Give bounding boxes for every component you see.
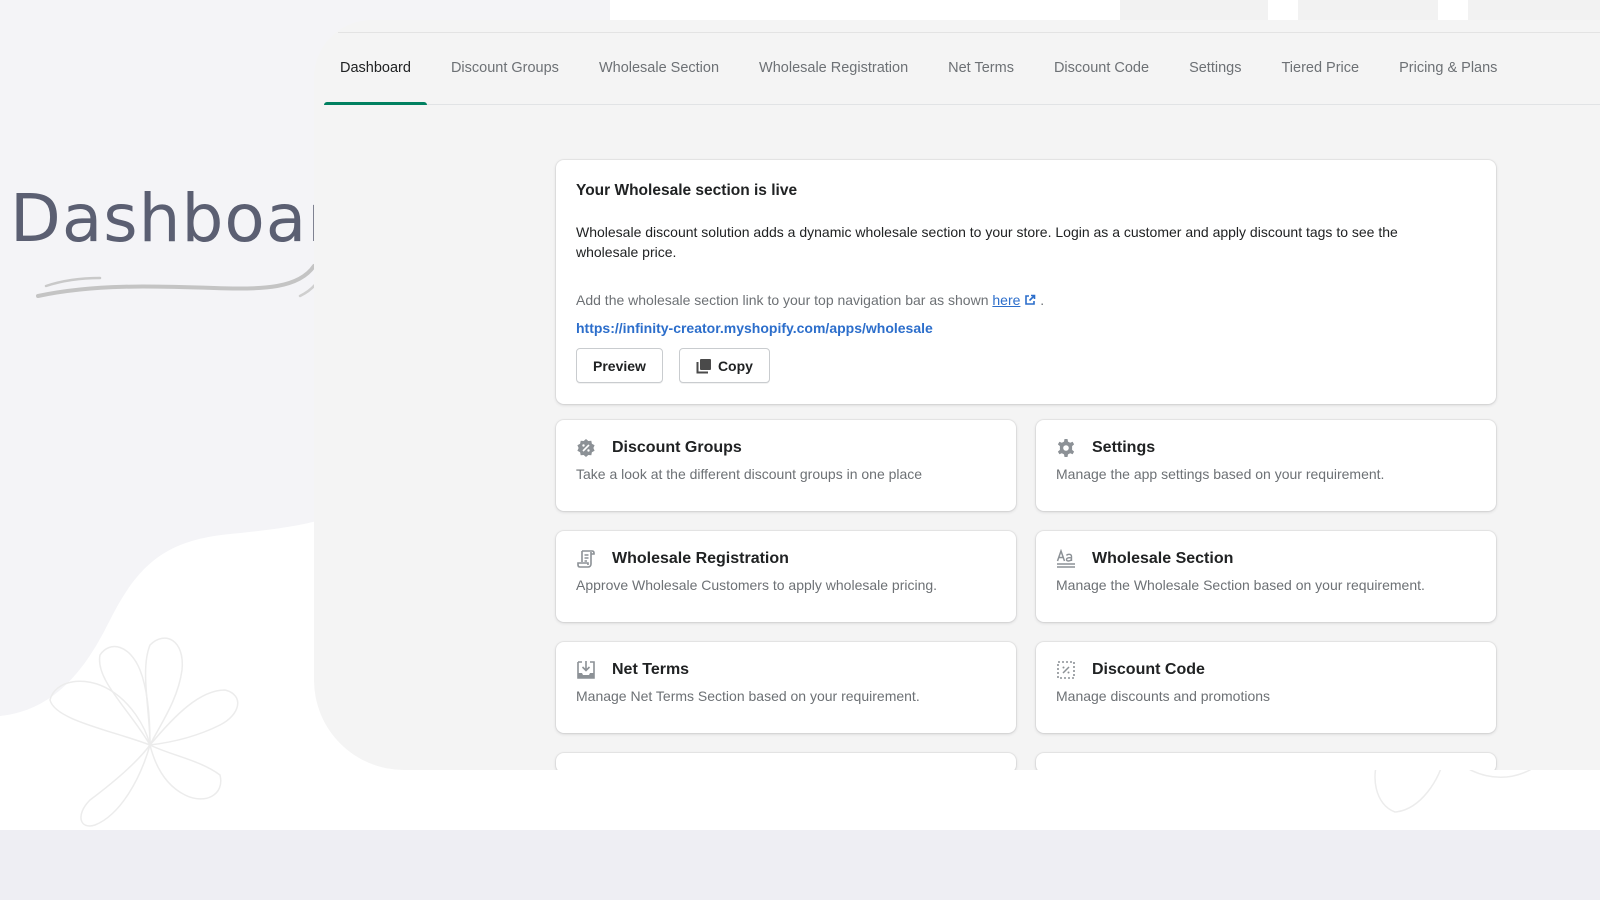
app-panel: Dashboard Discount Groups Wholesale Sect… (314, 20, 1600, 770)
wholesale-live-card: Your Wholesale section is live Wholesale… (556, 160, 1496, 404)
tab-label: Pricing & Plans (1399, 60, 1498, 76)
feature-subtitle: Take a look at the different discount gr… (576, 466, 923, 482)
discount-badge-icon (577, 439, 595, 457)
feature-card-discount-groups[interactable]: Discount Groups Take a look at the diffe… (556, 420, 1016, 511)
copy-button[interactable]: Copy (678, 348, 770, 383)
card-title: Your Wholesale section is live (576, 182, 798, 199)
feature-card-wholesale-section[interactable]: Wholesale Section Manage the Wholesale S… (1036, 531, 1496, 622)
feature-card-net-terms[interactable]: Net Terms Manage Net Terms Section based… (556, 642, 1016, 733)
top-header-strip (1438, 0, 1468, 20)
hint-text: Add the wholesale section link to your t… (576, 292, 989, 308)
feature-title: Net Terms (612, 661, 690, 678)
tab-settings[interactable]: Settings (1173, 32, 1257, 104)
feature-grid: Discount Groups Take a look at the diffe… (556, 420, 1496, 770)
card-description: Wholesale discount solution adds a dynam… (576, 224, 1398, 260)
top-header-strip (1468, 0, 1600, 20)
feature-title: Discount Code (1092, 661, 1205, 678)
tab-label: Dashboard (340, 60, 411, 76)
button-label: Copy (717, 357, 753, 374)
external-link-icon[interactable] (1024, 294, 1036, 306)
feature-subtitle: Manage the Wholesale Section based on yo… (1056, 577, 1425, 593)
feature-title: Wholesale Registration (612, 550, 789, 567)
download-tray-icon (577, 661, 595, 679)
feature-card-wholesale-registration[interactable]: Wholesale Registration Approve Wholesale… (556, 531, 1016, 622)
feature-subtitle: Approve Wholesale Customers to apply who… (576, 577, 938, 593)
feature-card-partial[interactable] (1036, 753, 1496, 770)
here-link[interactable]: here (992, 292, 1020, 308)
feature-card-settings[interactable]: Settings Manage the app settings based o… (1036, 420, 1496, 511)
tab-wholesale-registration[interactable]: Wholesale Registration (743, 32, 924, 104)
tab-label: Discount Groups (450, 60, 559, 76)
tab-wholesale-section[interactable]: Wholesale Section (583, 32, 735, 104)
wholesale-url-link[interactable]: https://infinity-creator.myshopify.com/a… (576, 320, 1476, 336)
feature-card-discount-code[interactable]: Discount Code Manage discounts and promo… (1036, 642, 1496, 733)
top-header-strip (610, 0, 1120, 20)
tab-label: Discount Code (1053, 60, 1150, 76)
copy-icon (696, 358, 711, 373)
dashboard-content: Your Wholesale section is live Wholesale… (556, 160, 1496, 770)
text-format-icon (1056, 549, 1075, 568)
tab-label: Settings (1189, 60, 1242, 76)
feature-title: Settings (1092, 439, 1156, 456)
bottom-band (0, 830, 1600, 900)
discount-code-icon (1057, 661, 1075, 679)
gear-icon (1057, 439, 1075, 457)
tab-discount-code[interactable]: Discount Code (1038, 32, 1165, 104)
swoosh-underline-icon (36, 264, 324, 298)
feature-subtitle: Manage Net Terms Section based on your r… (576, 688, 920, 704)
preview-button[interactable]: Preview (576, 348, 663, 383)
tab-label: Wholesale Registration (759, 60, 909, 76)
nav-hint: Add the wholesale section link to your t… (576, 292, 1476, 308)
feature-subtitle: Manage discounts and promotions (1056, 688, 1271, 704)
button-label: Preview (593, 357, 646, 374)
feature-title: Discount Groups (612, 439, 742, 456)
tab-discount-groups[interactable]: Discount Groups (435, 32, 575, 104)
tab-label: Wholesale Section (598, 60, 720, 76)
tab-label: Net Terms (948, 60, 1014, 76)
tab-bar: Dashboard Discount Groups Wholesale Sect… (324, 32, 1600, 105)
tab-dashboard[interactable]: Dashboard (324, 32, 427, 105)
scroll-icon (577, 550, 595, 568)
top-header-strip (1298, 0, 1438, 20)
tab-label: Tiered Price (1281, 60, 1360, 76)
tab-pricing-plans[interactable]: Pricing & Plans (1383, 32, 1513, 104)
tab-tiered-price[interactable]: Tiered Price (1265, 32, 1375, 104)
feature-card-partial[interactable] (556, 753, 1016, 770)
feature-title: Wholesale Section (1092, 550, 1234, 567)
hint-suffix: . (1040, 292, 1045, 308)
top-header-strip (1268, 0, 1298, 20)
tab-net-terms[interactable]: Net Terms (932, 32, 1030, 104)
top-header-strip (1120, 0, 1268, 20)
feature-subtitle: Manage the app settings based on your re… (1056, 466, 1385, 482)
